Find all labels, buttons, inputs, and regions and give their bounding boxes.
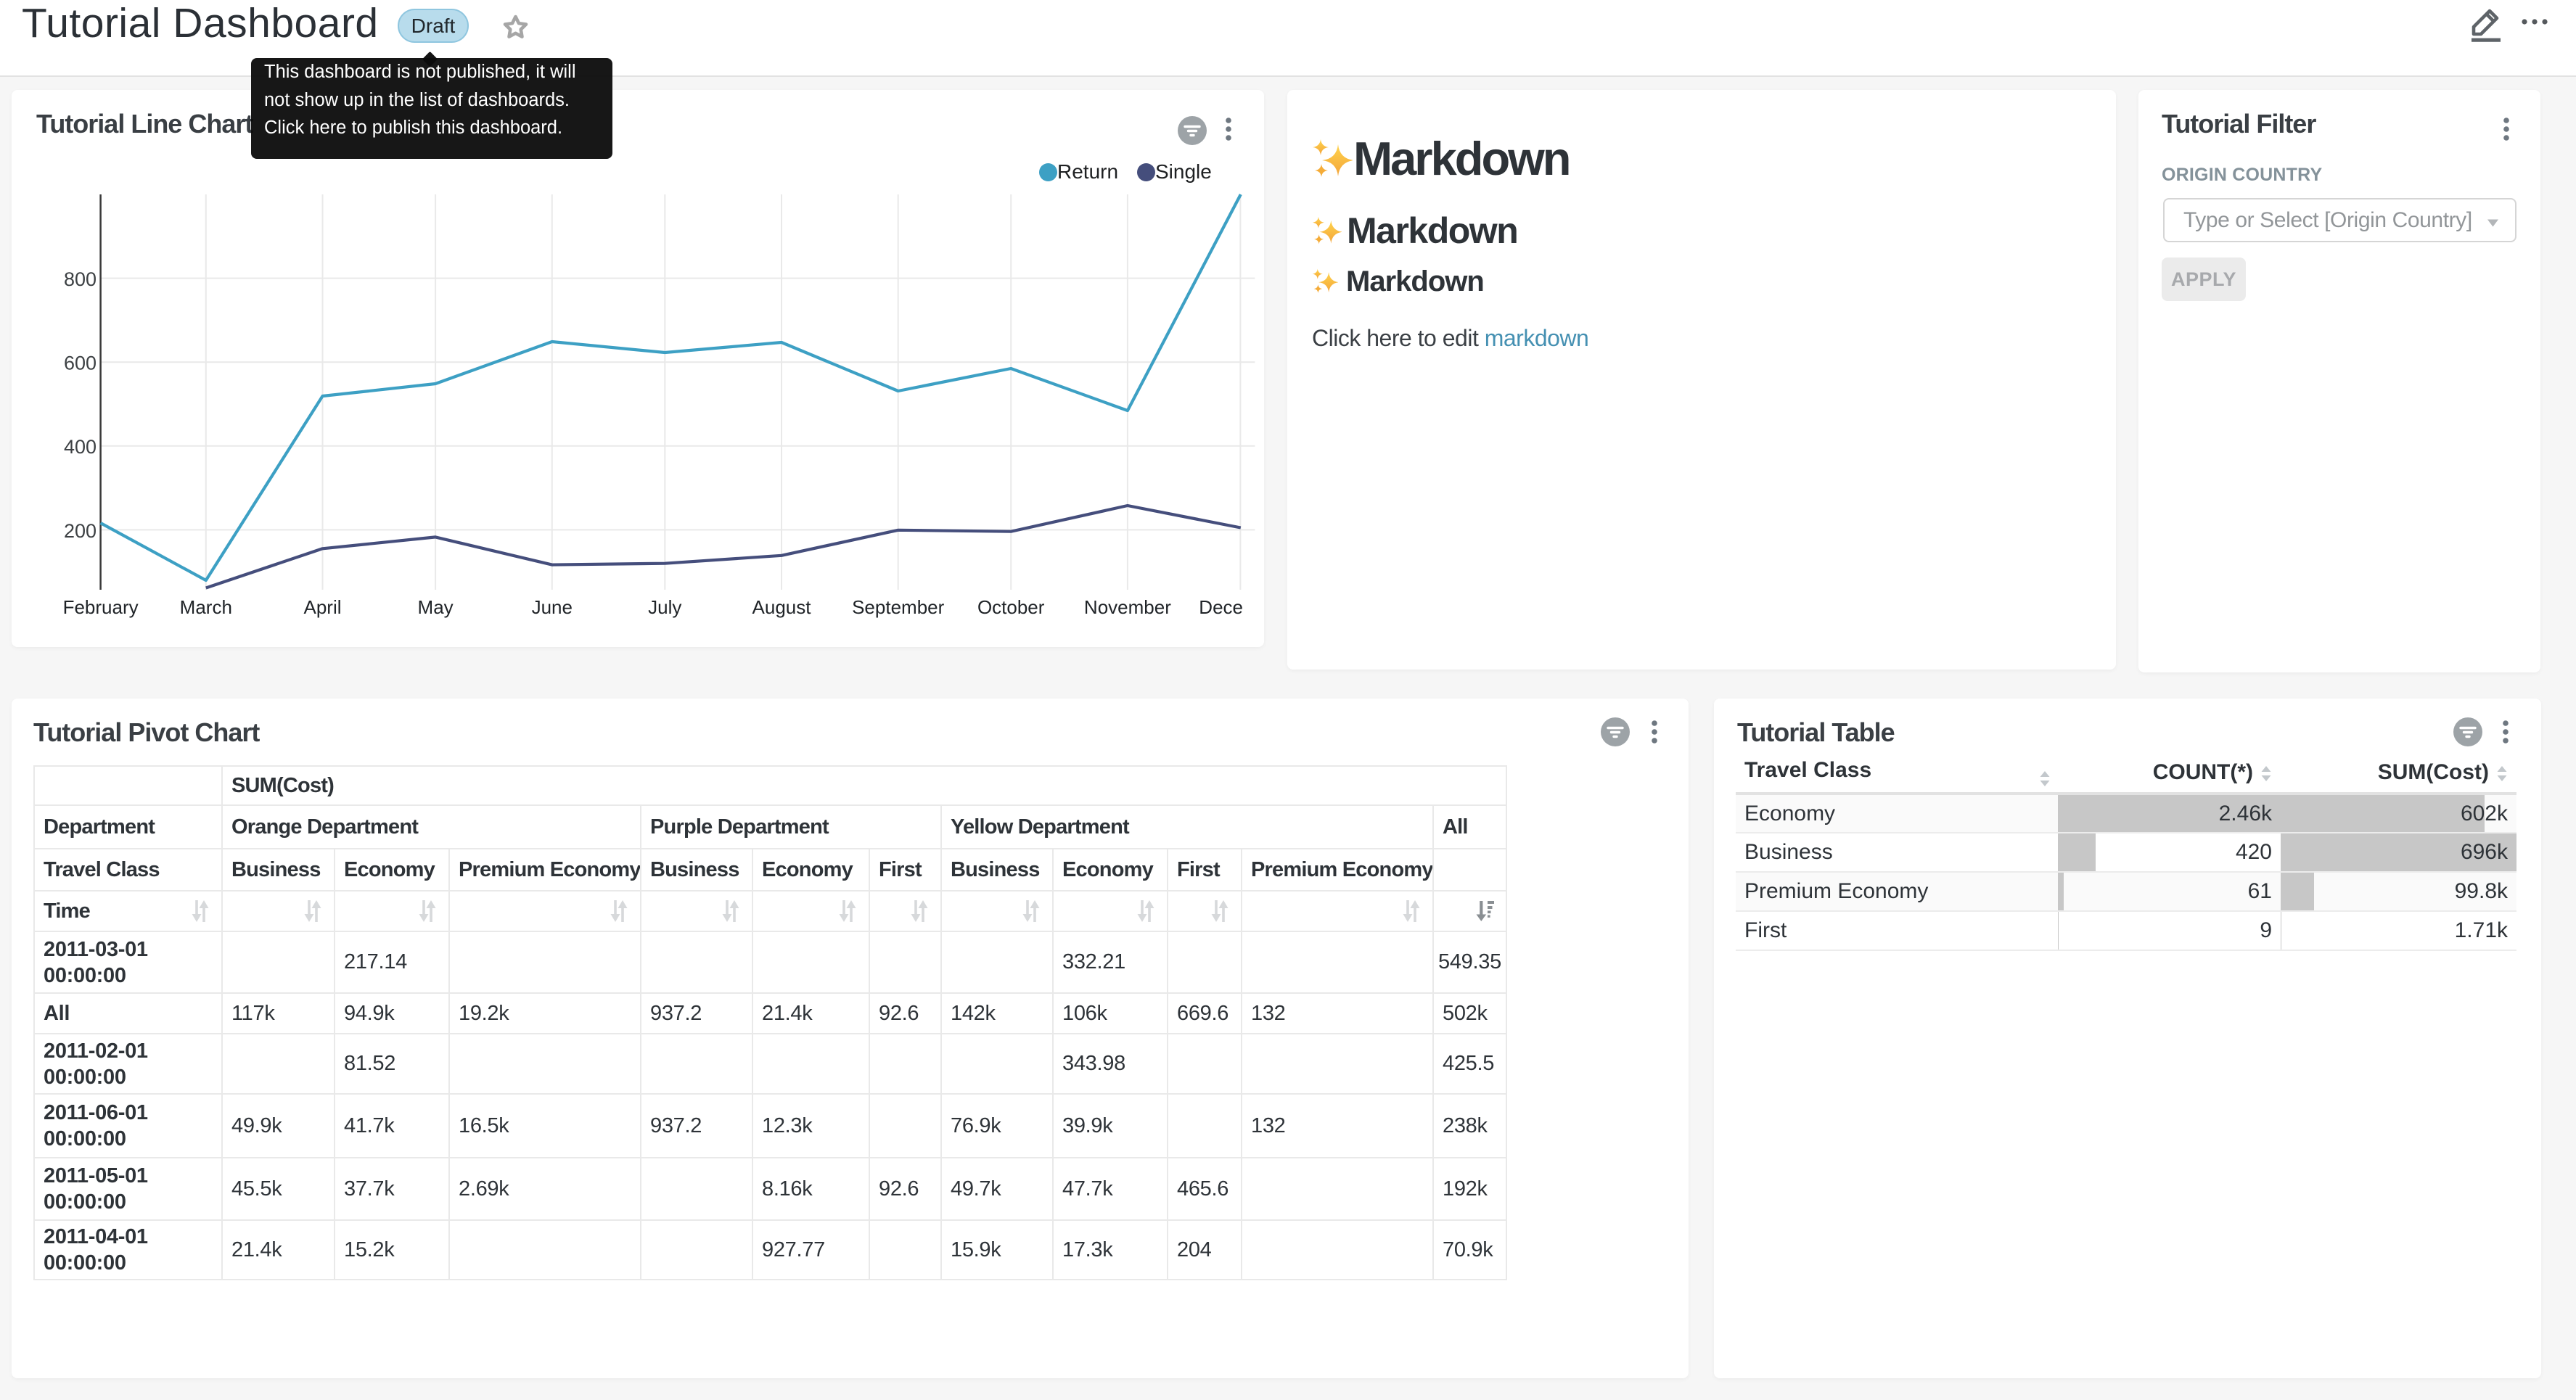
- svg-text:800: 800: [64, 268, 97, 290]
- svg-text:March: March: [180, 596, 232, 618]
- svg-text:August: August: [752, 596, 812, 618]
- svg-text:Dece: Dece: [1199, 596, 1243, 618]
- svg-text:February: February: [63, 596, 139, 618]
- svg-text:200: 200: [64, 520, 97, 542]
- svg-text:600: 600: [64, 353, 97, 374]
- svg-text:April: April: [303, 596, 341, 618]
- svg-text:June: June: [532, 596, 573, 618]
- svg-text:September: September: [852, 596, 945, 618]
- svg-text:July: July: [648, 596, 681, 618]
- svg-text:400: 400: [64, 436, 97, 458]
- svg-text:November: November: [1084, 596, 1171, 618]
- svg-text:May: May: [418, 596, 454, 618]
- svg-text:October: October: [977, 596, 1045, 618]
